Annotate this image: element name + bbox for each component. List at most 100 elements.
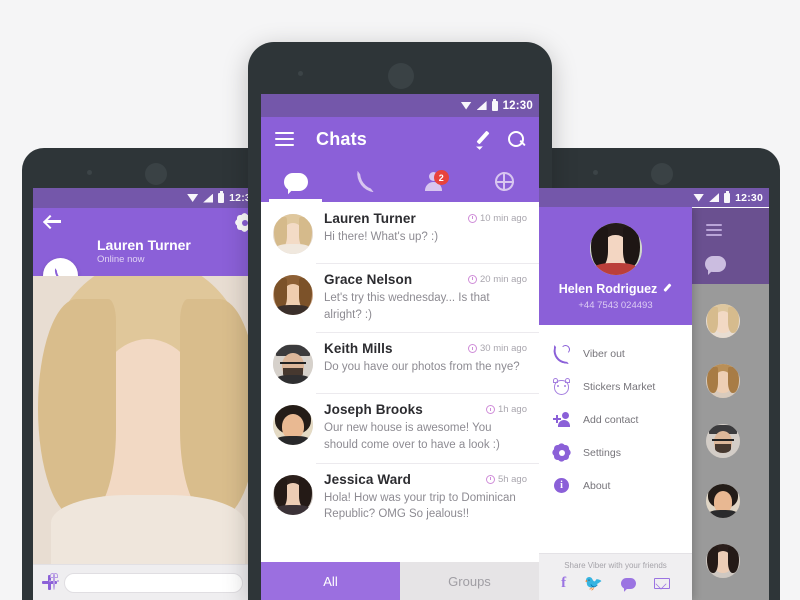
chat-list-item[interactable]: Lauren Turner 10 min ago Hi there! What'…: [261, 202, 539, 263]
gear-icon: [550, 441, 573, 464]
tab-calls[interactable]: [331, 161, 401, 202]
phone-left-screen: 12:30 Lauren Turner Online now: [33, 188, 263, 600]
message-thread[interactable]: My cat is weird! ahah 19:43 Ahah! Someti…: [33, 276, 263, 564]
chat-preview-message: Hi there! What's up? :): [324, 231, 439, 243]
phone-icon: [356, 172, 375, 191]
avatar: [706, 484, 740, 518]
wifi-icon: [187, 194, 199, 202]
earpiece-speaker: [145, 163, 167, 185]
left-status-bar: 12:30: [33, 188, 263, 208]
add-contact-icon: [553, 411, 570, 428]
conversation-contact-name: Lauren Turner: [97, 237, 191, 253]
chat-timestamp-label: 1h ago: [497, 404, 527, 416]
phone-left-device: 12:30 Lauren Turner Online now: [22, 148, 274, 600]
pencil-icon[interactable]: [475, 131, 492, 148]
navigation-drawer: Helen Rodriguez +44 7543 024493 Viber ou…: [539, 207, 692, 600]
app-bar: Chats 2: [261, 117, 539, 202]
chat-list[interactable]: Lauren Turner 10 min ago Hi there! What'…: [261, 202, 539, 562]
avatar: [706, 364, 740, 398]
status-time: 12:30: [502, 99, 533, 112]
tab-contacts[interactable]: 2: [400, 161, 470, 202]
sticker-icon[interactable]: [49, 573, 60, 590]
drawer-item-settings[interactable]: Settings: [539, 436, 692, 469]
drawer-item-label: Viber out: [583, 347, 625, 360]
drawer-item-label: Add contact: [583, 413, 639, 426]
chat-contact-name: Keith Mills: [324, 341, 393, 357]
twitter-icon[interactable]: 🐦: [584, 576, 603, 591]
chat-timestamp-label: 30 min ago: [479, 343, 527, 355]
clock-icon: [485, 474, 495, 484]
message-composer: [33, 564, 263, 600]
battery-icon: [724, 190, 731, 203]
avatar: [706, 544, 740, 578]
profile-name: Helen Rodriguez: [558, 282, 658, 297]
drawer-item-label: Settings: [583, 446, 621, 459]
share-title: Share Viber with your friends: [564, 561, 667, 570]
chat-list-item[interactable]: Joseph Brooks 1h ago Our new house is aw…: [261, 393, 539, 462]
chat-preview-message: Our new house is awesome! You should com…: [324, 422, 500, 452]
chat-timestamp-label: 10 min ago: [479, 213, 527, 224]
message-input[interactable]: [64, 572, 244, 593]
chat-contact-name: Lauren Turner: [324, 211, 416, 226]
chat-timestamp-label: 5h ago: [497, 473, 527, 485]
avatar: [273, 474, 313, 515]
chat-list-item[interactable]: Grace Nelson 20 min ago Let's try this w…: [261, 263, 539, 332]
drawer-item-viber-out[interactable]: Viber out: [539, 337, 692, 370]
drawer-item-about[interactable]: i About: [539, 469, 692, 502]
tab-chats[interactable]: [261, 161, 331, 202]
viber-out-icon: [553, 345, 570, 362]
drawer-menu: Viber out Stickers Market Add contact Se…: [539, 325, 692, 553]
avatar: [706, 304, 740, 338]
chat-list-item[interactable]: Keith Mills 30 min ago Do you have our p…: [261, 332, 539, 393]
pencil-icon[interactable]: [662, 284, 672, 294]
phone-center-screen: 12:30 Chats 2 Lauren Turner 10 min ago H…: [261, 94, 539, 600]
signal-icon: [203, 193, 214, 203]
chat-timestamp: 10 min ago: [467, 213, 527, 224]
chat-bubble-icon: [283, 172, 308, 191]
filter-tab-all[interactable]: All: [261, 562, 400, 600]
plus-icon[interactable]: [42, 575, 58, 590]
tab-public[interactable]: [470, 161, 540, 202]
clock-icon: [467, 214, 477, 223]
globe-icon: [494, 172, 514, 191]
chat-bubble-icon: [705, 256, 726, 272]
facebook-icon[interactable]: f: [561, 576, 566, 591]
tab-bar: 2: [261, 161, 539, 202]
earpiece-speaker: [388, 63, 414, 89]
drawer-item-add-contact[interactable]: Add contact: [539, 403, 692, 436]
hamburger-menu-icon[interactable]: [275, 132, 294, 146]
chat-contact-name: Joseph Brooks: [324, 402, 423, 418]
search-icon[interactable]: [508, 130, 525, 148]
drawer-item-stickers-market[interactable]: Stickers Market: [539, 370, 692, 403]
hamburger-menu-icon: [706, 224, 722, 236]
message-row: Hi there! What's up? :) 10:30: [33, 276, 263, 564]
share-section: Share Viber with your friends f 🐦: [539, 553, 692, 600]
wifi-icon: [460, 101, 472, 110]
email-icon[interactable]: [653, 578, 670, 589]
profile-avatar[interactable]: [589, 223, 642, 276]
clock-icon: [467, 275, 477, 284]
avatar: [273, 275, 313, 315]
avatar: [33, 276, 263, 564]
chat-timestamp: 5h ago: [485, 473, 527, 485]
status-time: 12:30: [735, 191, 763, 204]
drawer-profile-header[interactable]: Helen Rodriguez +44 7543 024493: [539, 207, 692, 326]
mockup-stage: 12:30 Lauren Turner Online now 12:30 Hel…: [0, 0, 800, 600]
message-icon[interactable]: [620, 578, 636, 589]
avatar: [273, 344, 313, 385]
sticker-icon: [553, 378, 570, 396]
battery-icon: [491, 98, 498, 111]
info-icon: i: [553, 477, 570, 494]
conversation-presence: Online now: [97, 254, 145, 265]
avatar: [273, 405, 313, 446]
chat-list-item[interactable]: Jessica Ward 5h ago Hola! How was your t…: [261, 462, 539, 532]
front-camera-icon: [87, 170, 92, 175]
back-arrow-icon[interactable]: [45, 215, 61, 228]
right-status-bar: 12:30: [539, 188, 769, 208]
phone-right-screen: 12:30 Helen Rodriguez +44 7543 024493 Vi…: [539, 188, 769, 600]
battery-icon: [218, 191, 225, 203]
center-status-bar: 12:30: [261, 94, 539, 117]
filter-tab-groups[interactable]: Groups: [400, 562, 539, 600]
clock-icon: [485, 405, 495, 415]
profile-phone-number: +44 7543 024493: [578, 300, 653, 312]
